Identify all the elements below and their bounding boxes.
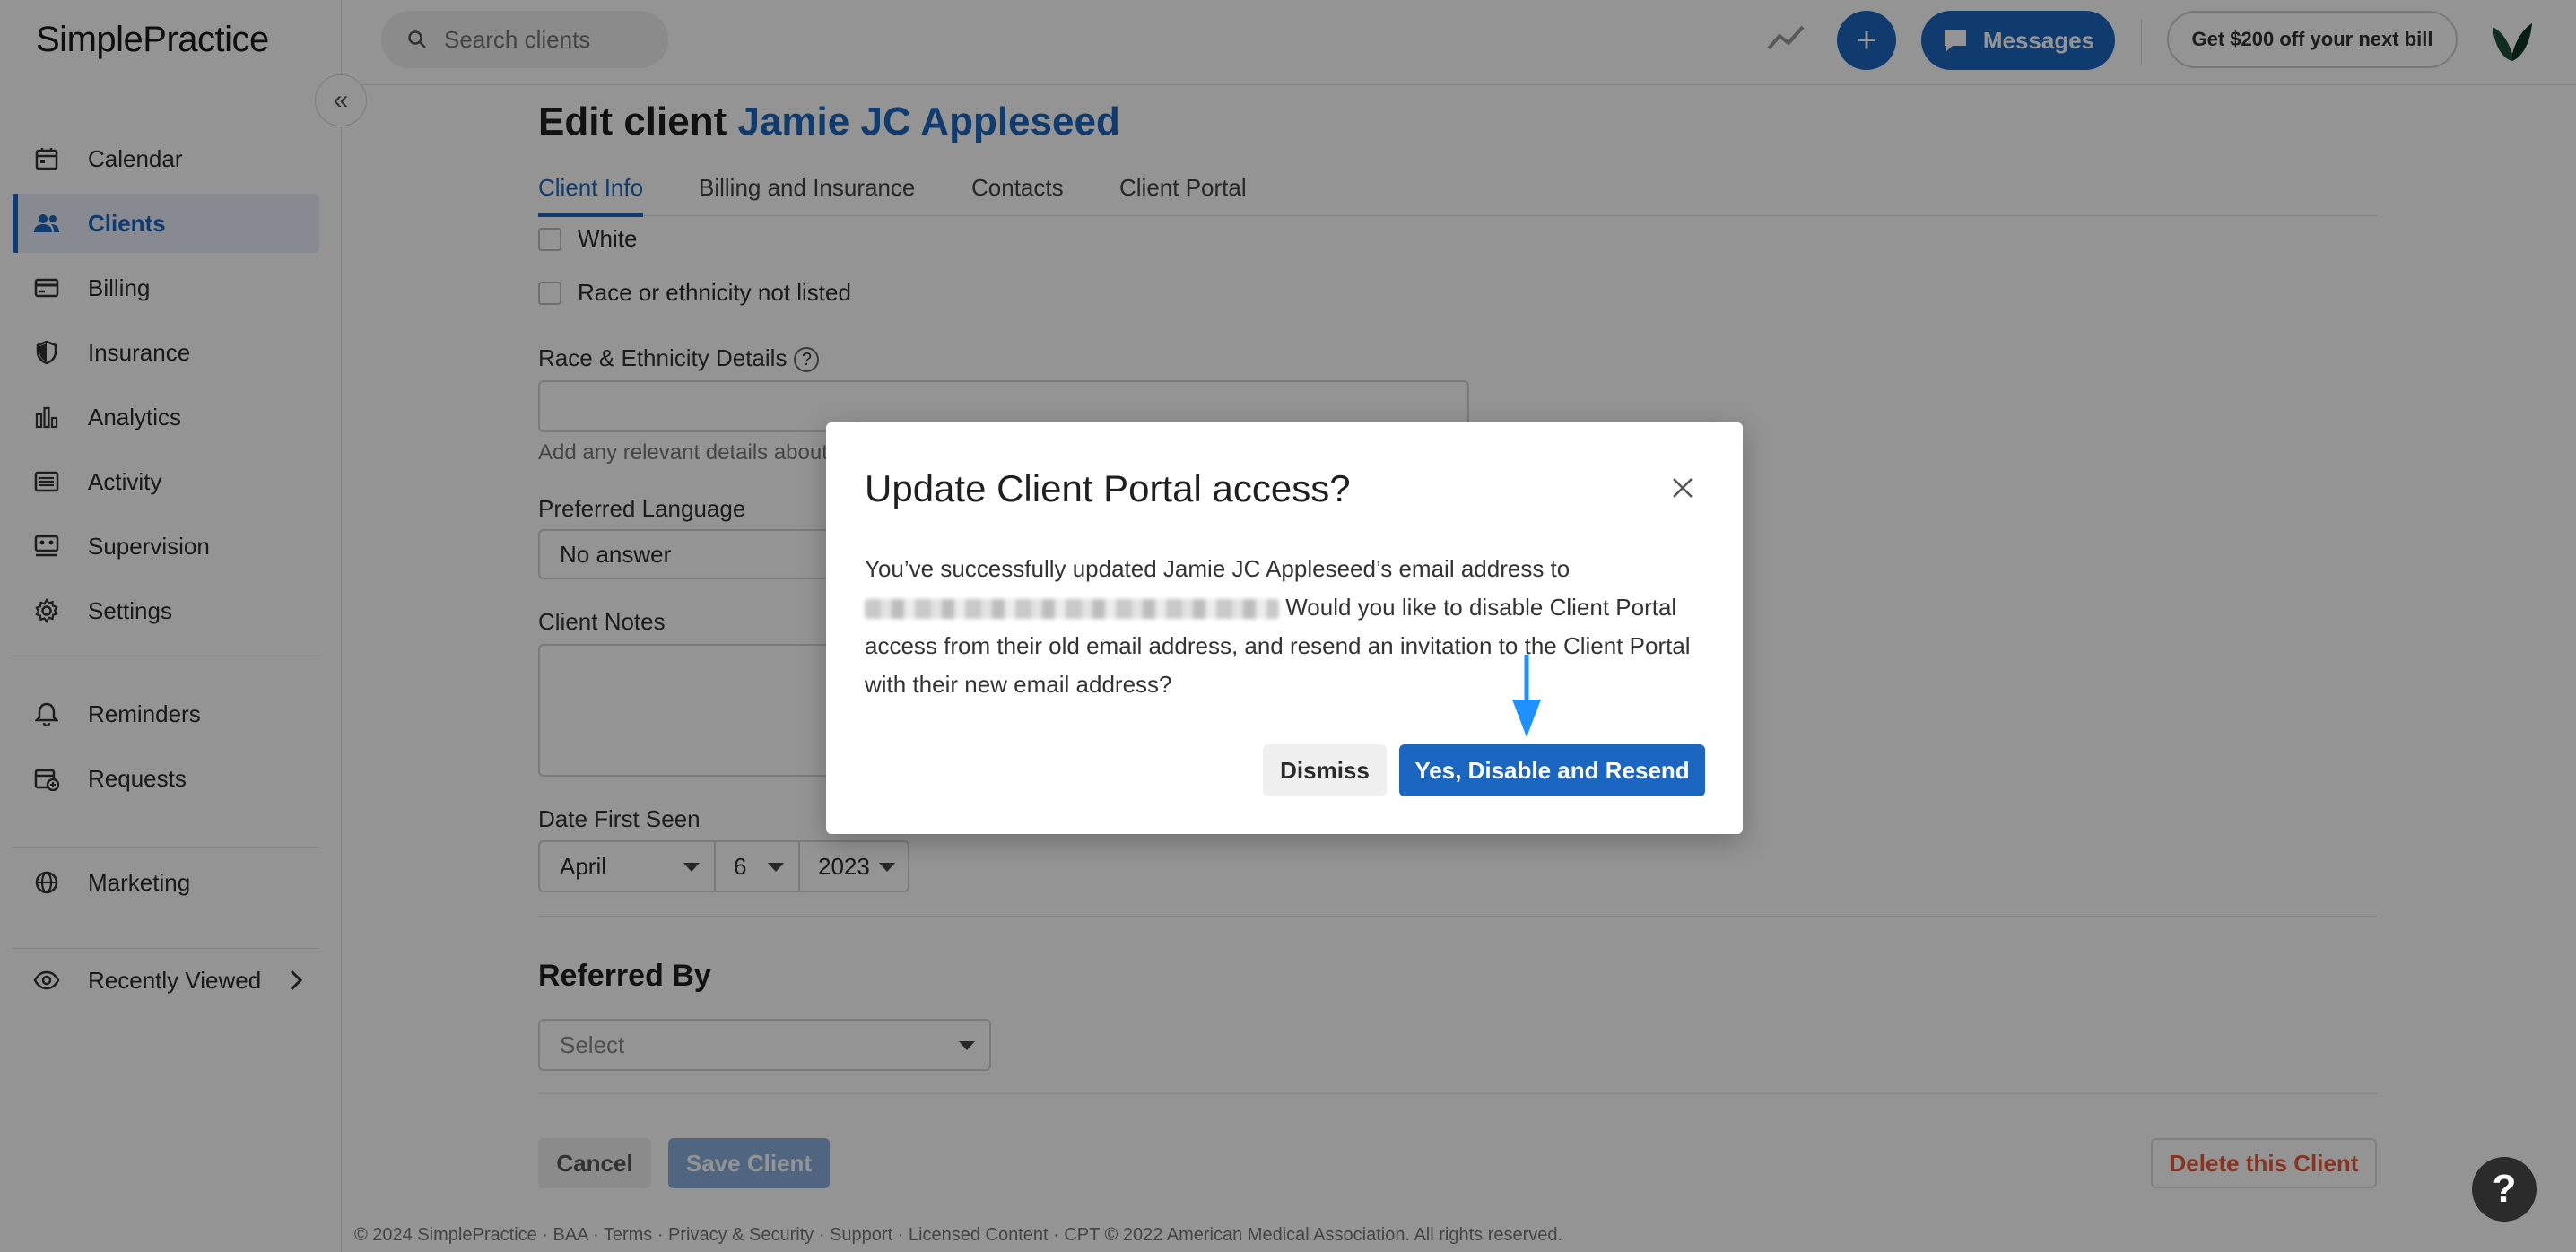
dismiss-button[interactable]: Dismiss	[1263, 744, 1387, 796]
dialog-message: You’ve successfully updated Jamie JC App…	[865, 550, 1708, 704]
redacted-email	[865, 599, 1279, 620]
dialog-message-part1: You’ve successfully updated Jamie JC App…	[865, 555, 1571, 582]
annotation-arrow-icon	[1507, 653, 1546, 739]
update-portal-access-dialog: Update Client Portal access? You’ve succ…	[826, 422, 1743, 834]
close-icon[interactable]	[1669, 474, 1696, 501]
dialog-title: Update Client Portal access?	[865, 467, 1351, 509]
disable-and-resend-button[interactable]: Yes, Disable and Resend	[1399, 744, 1705, 796]
help-button[interactable]: ?	[2472, 1157, 2537, 1222]
